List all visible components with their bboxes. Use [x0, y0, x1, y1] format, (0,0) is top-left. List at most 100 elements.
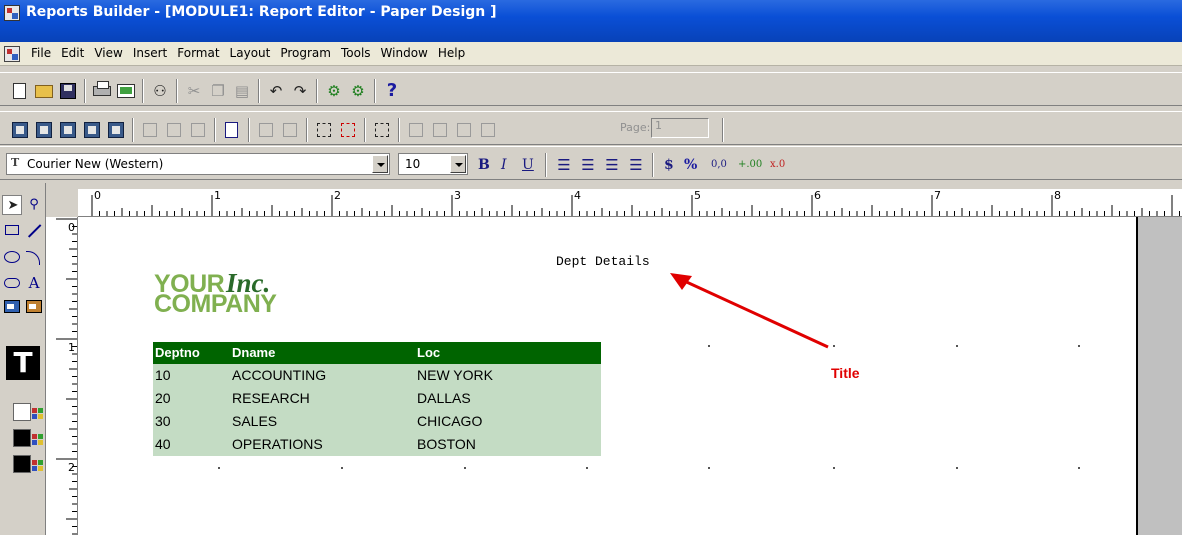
fill-color-icon[interactable]	[32, 408, 44, 420]
remove-decimal-button[interactable]: x.0	[770, 155, 785, 175]
connect-button[interactable]: ⚇	[150, 81, 170, 101]
comma-button[interactable]: 0,0	[711, 155, 727, 175]
bold-button[interactable]: B	[478, 155, 490, 175]
cell-loc[interactable]: NEW YORK	[417, 367, 493, 383]
percent-button[interactable]: %	[684, 155, 697, 175]
cell-loc[interactable]: CHICAGO	[417, 413, 482, 429]
cell-deptno[interactable]: 40	[155, 436, 171, 452]
menu-file[interactable]: File	[26, 46, 56, 60]
prev-page-button[interactable]	[430, 120, 450, 140]
help-button[interactable]: ?	[382, 81, 402, 101]
line-tool[interactable]	[24, 220, 44, 240]
currency-button[interactable]: $	[664, 155, 674, 175]
cell-dname[interactable]: ACCOUNTING	[232, 367, 326, 383]
run-preview-button[interactable]: ⚙	[348, 81, 368, 101]
cell-deptno[interactable]: 30	[155, 413, 171, 429]
text-color-swatch[interactable]	[13, 455, 31, 473]
italic-button[interactable]: I	[501, 155, 507, 175]
select-tool[interactable]: ➤	[2, 195, 22, 215]
menu-tools[interactable]: Tools	[336, 46, 376, 60]
parameter-form-button[interactable]	[106, 120, 126, 140]
new-document-button[interactable]	[10, 81, 30, 101]
table-row: 10 ACCOUNTING NEW YORK	[153, 364, 601, 387]
rectangle-tool[interactable]	[2, 220, 22, 240]
reports-builder-app-icon[interactable]	[4, 5, 20, 21]
run-report-button[interactable]: ⚙	[324, 81, 344, 101]
cell-dname[interactable]: SALES	[232, 413, 277, 429]
line-color-swatch[interactable]	[13, 429, 31, 447]
text-color-icon[interactable]	[32, 460, 44, 472]
report-title[interactable]: Dept Details	[556, 254, 650, 269]
text-tool[interactable]: A	[24, 273, 44, 293]
add-decimal-button[interactable]: +.00	[738, 155, 762, 175]
menu-layout[interactable]: Layout	[225, 46, 276, 60]
paper-design-canvas[interactable]: Dept Details YOUR Inc. COMPANY Deptno Dn…	[78, 217, 1182, 535]
redo-button[interactable]: ↷	[290, 81, 310, 101]
fill-color-swatch[interactable]	[13, 403, 31, 421]
menu-insert[interactable]: Insert	[128, 46, 172, 60]
report-page[interactable]: Dept Details YOUR Inc. COMPANY Deptno Dn…	[78, 217, 1138, 535]
dept-table[interactable]: Deptno Dname Loc 10 ACCOUNTING NEW YORK …	[153, 342, 601, 456]
line-color-icon[interactable]	[32, 434, 44, 446]
company-logo[interactable]: YOUR Inc. COMPANY	[154, 270, 330, 320]
grid-snap-button[interactable]	[372, 120, 392, 140]
arc-tool[interactable]	[24, 247, 44, 267]
first-page-button[interactable]	[406, 120, 426, 140]
menu-view[interactable]: View	[89, 46, 127, 60]
paper-layout-button[interactable]	[58, 120, 78, 140]
align-icon	[191, 123, 205, 137]
field-tool[interactable]	[2, 297, 22, 317]
paste-button[interactable]: ▤	[232, 81, 252, 101]
open-button[interactable]	[34, 81, 54, 101]
save-button[interactable]	[58, 81, 78, 101]
cell-deptno[interactable]: 20	[155, 390, 171, 406]
column-header-loc[interactable]: Loc	[417, 345, 440, 360]
align-center-text-button[interactable]: ☰	[578, 155, 598, 175]
last-page-button[interactable]	[478, 120, 498, 140]
web-source-button[interactable]	[34, 120, 54, 140]
font-size-select[interactable]: 10	[398, 153, 468, 175]
cell-loc[interactable]: BOSTON	[417, 436, 476, 452]
underline-button[interactable]: U	[522, 155, 534, 175]
menu-program[interactable]: Program	[275, 46, 336, 60]
menu-window[interactable]: Window	[376, 46, 433, 60]
align-left-button[interactable]	[140, 120, 160, 140]
paper-design-button[interactable]	[82, 120, 102, 140]
cell-loc[interactable]: DALLAS	[417, 390, 471, 406]
column-header-deptno[interactable]: Deptno	[155, 345, 200, 360]
cell-dname[interactable]: OPERATIONS	[232, 436, 323, 452]
align-center-button[interactable]	[164, 120, 184, 140]
ellipse-tool[interactable]	[2, 247, 22, 267]
document-menu-icon[interactable]	[4, 46, 20, 62]
menu-help[interactable]: Help	[433, 46, 470, 60]
font-size-dropdown-button[interactable]	[450, 155, 466, 173]
align-bottom-button[interactable]	[188, 120, 208, 140]
align-right-text-button[interactable]: ☰	[602, 155, 622, 175]
frame-tool[interactable]	[24, 297, 44, 317]
undo-button[interactable]: ↶	[266, 81, 286, 101]
menu-format[interactable]: Format	[172, 46, 224, 60]
select-parent-button[interactable]	[280, 120, 300, 140]
magnify-tool[interactable]: ⚲	[24, 195, 44, 215]
data-model-button[interactable]	[10, 120, 30, 140]
cut-button[interactable]: ✂	[184, 81, 204, 101]
frame-button[interactable]	[256, 120, 276, 140]
cell-deptno[interactable]: 10	[155, 367, 171, 383]
align-left-text-button[interactable]: ☰	[554, 155, 574, 175]
next-page-button[interactable]	[454, 120, 474, 140]
confine-button[interactable]	[314, 120, 334, 140]
rounded-rectangle-tool[interactable]	[2, 273, 22, 293]
justify-text-button[interactable]: ☰	[626, 155, 646, 175]
column-header-dname[interactable]: Dname	[232, 345, 275, 360]
copy-button[interactable]: ❐	[208, 81, 228, 101]
font-dropdown-button[interactable]	[372, 155, 388, 173]
vertical-ruler-ticks	[56, 218, 77, 535]
page-button[interactable]	[222, 120, 242, 140]
page-number-input[interactable]: 1	[651, 118, 709, 138]
flex-button[interactable]	[338, 120, 358, 140]
font-select[interactable]: T Courier New (Western)	[6, 153, 390, 175]
print-button[interactable]	[92, 81, 112, 101]
mail-button[interactable]	[116, 81, 136, 101]
cell-dname[interactable]: RESEARCH	[232, 390, 310, 406]
menu-edit[interactable]: Edit	[56, 46, 89, 60]
